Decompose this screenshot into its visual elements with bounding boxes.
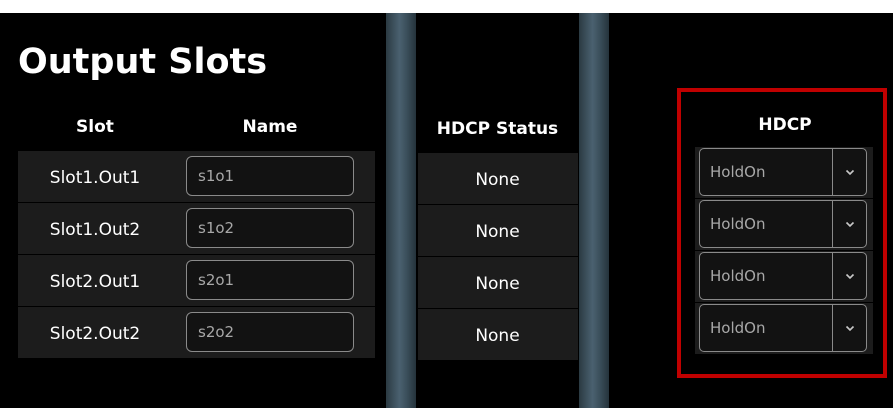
hdcp-status-value: None bbox=[475, 274, 520, 294]
hdcp-status-value: None bbox=[475, 326, 520, 346]
column-header-hdcp-status: HDCP Status bbox=[436, 119, 559, 139]
panel-divider-left bbox=[386, 13, 416, 408]
slot-name-input[interactable]: s2o1 bbox=[186, 260, 354, 300]
slot-label: Slot1.Out1 bbox=[49, 168, 141, 188]
hdcp-status-value: None bbox=[475, 222, 520, 242]
slot-label: Slot2.Out1 bbox=[49, 272, 141, 292]
slot-label: Slot1.Out2 bbox=[49, 220, 141, 240]
column-header-name: Name bbox=[242, 117, 298, 137]
slot-name-input[interactable]: s1o2 bbox=[186, 208, 354, 248]
page-title: Output Slots bbox=[18, 42, 268, 82]
hdcp-status-value: None bbox=[475, 170, 520, 190]
hdcp-column-highlight bbox=[677, 88, 887, 378]
slot-name-input[interactable]: s1o1 bbox=[186, 156, 354, 196]
slot-label: Slot2.Out2 bbox=[49, 324, 141, 344]
slot-name-input[interactable]: s2o2 bbox=[186, 312, 354, 352]
column-header-slot: Slot bbox=[76, 117, 114, 137]
output-slots-screen: Output Slots Slot Name HDCP Status HDCP … bbox=[0, 0, 893, 408]
panel-divider-right bbox=[579, 13, 609, 408]
